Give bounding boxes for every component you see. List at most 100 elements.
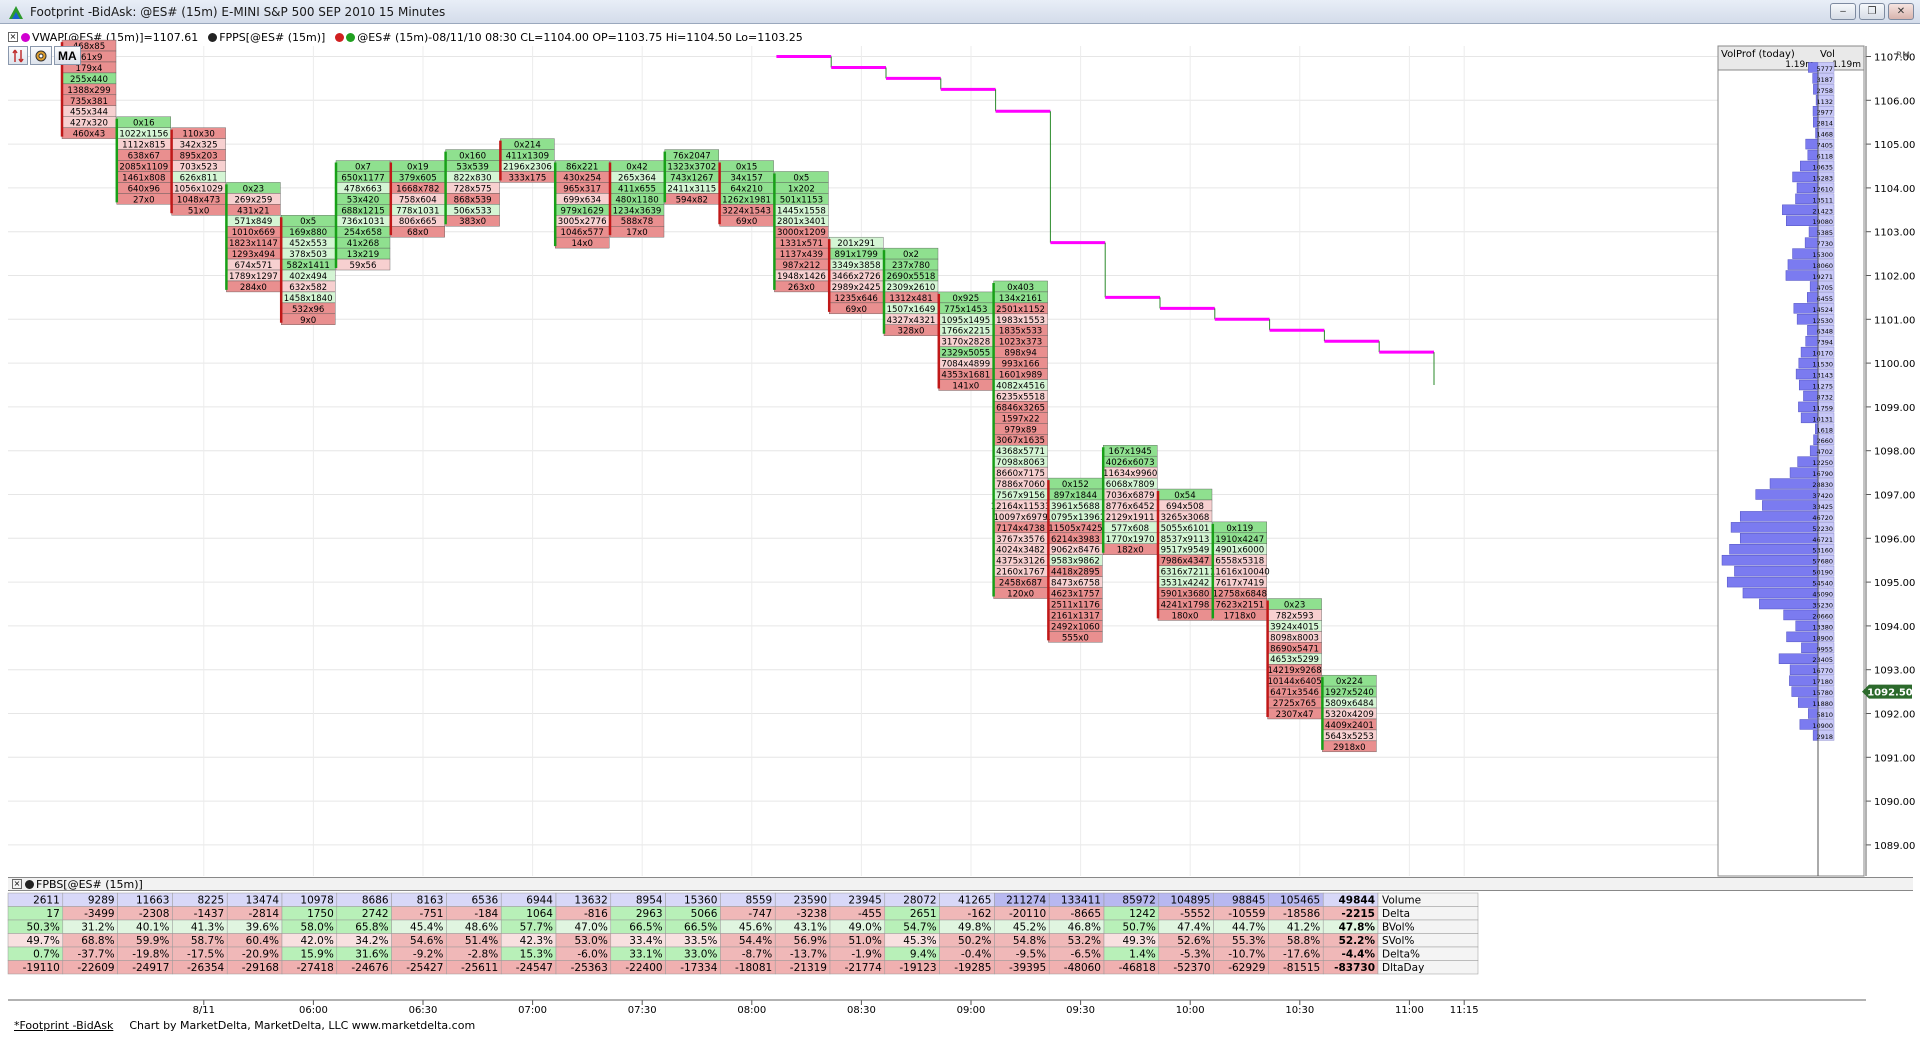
footprint-cell-label: 201x291	[837, 239, 875, 249]
stats-value: 66.5%	[684, 922, 717, 934]
footprint-cell-label: 452x553	[289, 239, 327, 249]
footprint-cell-label: 1095x1495	[941, 316, 990, 326]
stats-value: -2814	[248, 908, 279, 920]
footprint-cell-label: 1983x1553	[996, 316, 1045, 326]
volprof-value: 2977	[1816, 109, 1833, 117]
close-pane-icon[interactable]: ×	[12, 879, 22, 889]
price-tick-label: 1102.00	[1874, 272, 1915, 283]
stats-value: -20110	[1009, 908, 1046, 920]
volprof-value: 11275	[1812, 382, 1833, 390]
footprint-cell-label: 478x663	[344, 184, 382, 194]
footprint-tab[interactable]: *Footprint -BidAsk	[14, 1019, 113, 1032]
stats-value: 1750	[307, 908, 334, 920]
time-tick-label: 11:15	[1450, 1005, 1479, 1016]
stats-value: 48.6%	[465, 922, 498, 934]
volprof-value: 10131	[1812, 415, 1833, 423]
footprint-cell-label: 10097x6979	[993, 513, 1047, 523]
volprof-value: 20660	[1812, 612, 1833, 620]
stats-value: 45.2%	[1013, 922, 1046, 934]
footprint-cell-label: 3767x3576	[996, 535, 1045, 545]
footprint-cell-label: 0x925	[952, 294, 979, 304]
stats-value: 51.0%	[848, 935, 881, 947]
footprint-cell-label: 699x634	[563, 195, 601, 205]
stats-row-label: SVol%	[1382, 935, 1414, 947]
fpbs-legend[interactable]: FPBS[@ES# (15m)]	[36, 878, 143, 891]
price-tick-label: 1106.00	[1874, 96, 1915, 107]
stats-value: -25611	[461, 962, 498, 974]
stats-value: 15.9%	[300, 949, 333, 961]
ma-button[interactable]: MA	[54, 46, 81, 65]
footprint-cell-label: 3265x3068	[1161, 513, 1210, 523]
footprint-cell-label: 1461x808	[122, 173, 165, 183]
volprof-value: 33425	[1812, 503, 1833, 511]
footprint-cell-label: 11505x7425	[1048, 524, 1102, 534]
footprint-cell-label: 632x582	[289, 283, 327, 293]
volprof-bar	[1762, 500, 1819, 511]
price-tick-label: 1092.00	[1874, 710, 1915, 721]
stats-value: -19285	[954, 962, 991, 974]
footprint-cell-label: 1718x0	[1224, 611, 1256, 621]
stats-pane-header: × FPBS[@ES# (15m)]	[8, 877, 1913, 891]
volprof-value: 23405	[1812, 656, 1833, 664]
footprint-cell-label: 7084x4899	[941, 360, 990, 370]
stats-value: 6944	[526, 895, 553, 907]
footprint-bar: 201x291891x17993349x38583466x27262989x24…	[827, 236, 884, 315]
footprint-cell-label: 897x1844	[1054, 491, 1097, 501]
footprint-cell-label: 2725x765	[1273, 699, 1316, 709]
settings-gear-icon[interactable]	[30, 46, 52, 65]
price-tick-label: 1089.00	[1874, 841, 1915, 852]
cursor-tool-icon[interactable]	[8, 46, 28, 65]
volprof-value: 11759	[1812, 404, 1833, 412]
footprint-cell-label: 1601x989	[999, 371, 1042, 381]
stats-value: 8559	[745, 895, 772, 907]
footprint-bar: 0x2241927x52405809x64845320x42094409x240…	[1321, 674, 1377, 753]
price-tick-label: 1095.00	[1874, 578, 1915, 589]
footprint-cell-label: 2458x687	[999, 579, 1042, 589]
stats-value: 28072	[903, 895, 936, 907]
footprint-cell-label: 3224x1543	[722, 206, 771, 216]
time-axis: 8/11 06:00 06:30 07:00 07:30 08:00 08:30 09:00 0…	[8, 999, 1866, 1016]
stats-value: 50.2%	[958, 935, 991, 947]
fpbs-dot-icon	[25, 879, 34, 889]
volprof-value: 15300	[1812, 251, 1833, 259]
footprint-cell-label: 1312x481	[889, 294, 932, 304]
stats-value: 54.7%	[903, 922, 936, 934]
stats-value: 23945	[848, 895, 881, 907]
footprint-cell-label: 891x1799	[835, 250, 878, 260]
volprof-bar	[1730, 522, 1819, 533]
footprint-cell-label: 1458x1840	[284, 294, 333, 304]
volprof-value: 13380	[1812, 623, 1833, 631]
footprint-cell-label: 427x320	[70, 119, 108, 129]
footprint-cell-label: 5320x4209	[1325, 710, 1374, 720]
stats-value: -0.4%	[961, 949, 991, 961]
stats-value: 42.0%	[300, 935, 333, 947]
footprint-cell-label: 284x0	[240, 283, 267, 293]
volprof-value: 1132	[1816, 98, 1833, 106]
stats-value: -27418	[297, 962, 334, 974]
stats-value: 2742	[362, 908, 389, 920]
stats-value: -816	[584, 908, 608, 920]
volprof-bar	[1734, 565, 1819, 577]
volprof-value: 50190	[1812, 569, 1833, 577]
stats-value: -10.7%	[1228, 949, 1265, 961]
footprint-bar: 0x1534x15764x2101262x19813224x154369x0	[718, 160, 774, 227]
footprint-cell-label: 4082x4516	[996, 381, 1045, 391]
footprint-cell-label: 703x523	[180, 162, 218, 172]
volprof-value: 12250	[1812, 459, 1833, 467]
stats-value: -184	[474, 908, 498, 920]
footprint-cell-label: 2801x3401	[777, 217, 826, 227]
footprint-cell-label: 806x665	[399, 217, 437, 227]
footprint-cell-label: 411x655	[618, 184, 656, 194]
stats-value: 51.4%	[465, 935, 498, 947]
footprint-cell-label: 3067x1635	[996, 436, 1045, 446]
footprint-cell-label: 1023x373	[999, 338, 1042, 348]
stats-value: -29168	[242, 962, 279, 974]
stats-value: -2308	[139, 908, 170, 920]
footprint-cell-label: 735x381	[70, 97, 108, 107]
volprof-value: 18060	[1812, 262, 1833, 270]
stats-value: 41.3%	[191, 922, 224, 934]
volprof-value: 11530	[1812, 361, 1833, 369]
volprof-value: 35230	[1812, 601, 1833, 609]
footprint-cell-label: 0x5	[793, 173, 809, 183]
stats-value: 54.8%	[1013, 935, 1046, 947]
